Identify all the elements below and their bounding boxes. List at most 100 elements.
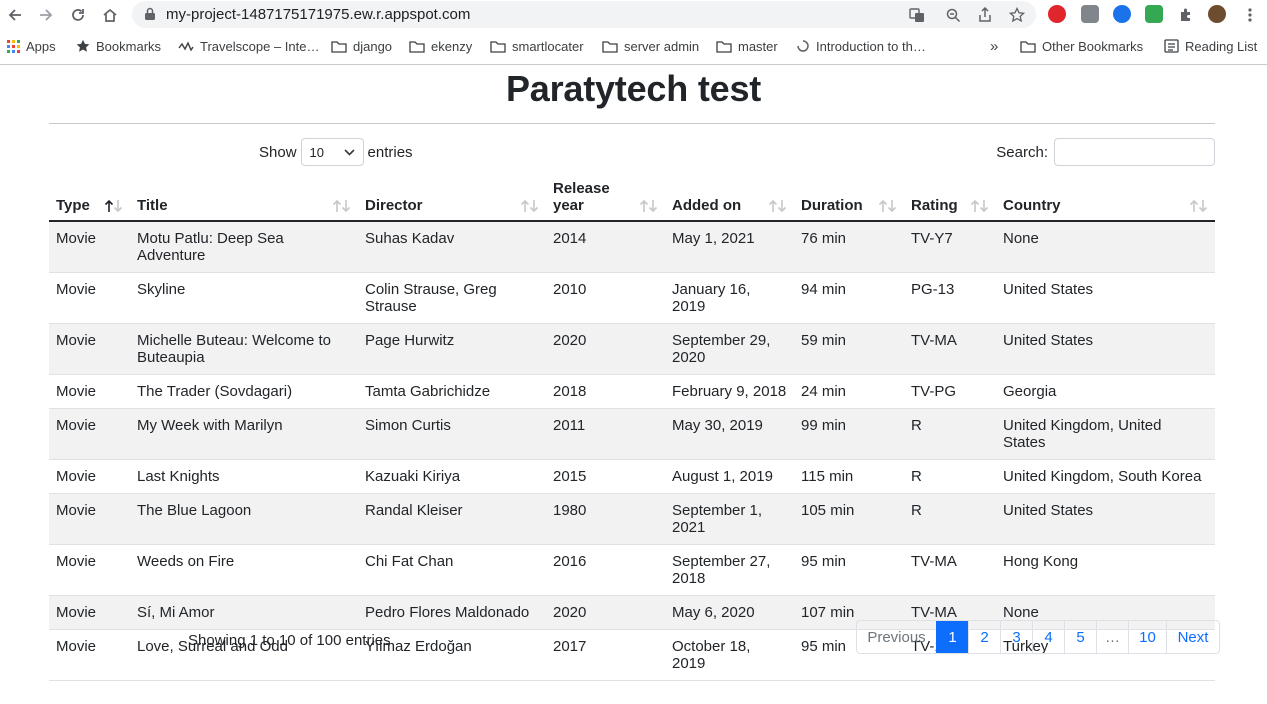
extensions-puzzle-icon[interactable] [1174,3,1198,27]
table-row: Movie Skyline Colin Strause, Greg Strause 2… [49,272,1215,324]
table-cell: Page Hurwitz [358,323,546,375]
page-10-button[interactable]: 10 [1128,621,1166,653]
address-bar[interactable]: my-project-1487175171975.ew.r.appspot.co… [132,1,1036,28]
sort-ascending-icon [104,199,124,213]
page-4-button[interactable]: 4 [1032,621,1064,653]
entries-select[interactable]: 10 [300,138,364,166]
green-extension-icon[interactable] [1145,5,1163,23]
share-icon[interactable] [976,6,994,24]
bookmark-star-icon[interactable] [1008,6,1026,24]
folder-icon [490,40,506,53]
table-cell: Movie [49,374,130,409]
translate-icon[interactable] [908,6,926,24]
table-cell: Kazuaki Kiriya [358,459,546,494]
previous-button[interactable]: Previous [857,621,936,653]
folder-icon [409,40,425,53]
table-cell: August 1, 2019 [665,459,794,494]
column-header-type[interactable]: Type [49,174,130,222]
table-cell: 2016 [546,544,665,596]
search-input[interactable] [1054,138,1215,166]
browser-menu-icon[interactable] [1238,3,1262,27]
table-cell: 1980 [546,493,665,545]
table-cell: 2011 [546,408,665,460]
bookmark-smartlocater[interactable]: smartlocater [490,37,584,55]
apps-grid-icon [7,39,20,53]
search-control: Search: [996,138,1215,166]
back-button[interactable] [3,3,27,27]
back-arrow-icon [8,9,21,21]
bookmark-introduction[interactable]: Introduction to th… [796,37,926,55]
opera-extension-icon[interactable] [1048,5,1066,23]
table-cell: Movie [49,595,130,630]
bookmark-apps[interactable]: Apps [7,37,56,55]
bookmark-bookmarks[interactable]: Bookmarks [76,37,161,55]
table-cell: TV-Y7 [904,221,996,273]
column-header-country[interactable]: Country [996,174,1215,222]
table-cell: February 9, 2018 [665,374,794,409]
sort-icon [970,199,990,213]
home-button[interactable] [98,3,122,27]
reading-list[interactable]: Reading List [1164,37,1257,55]
gray-extension-icon[interactable] [1081,5,1099,23]
profile-avatar[interactable] [1208,5,1226,23]
table-cell: 2010 [546,272,665,324]
sort-icon [520,199,540,213]
table-cell: Movie [49,544,130,596]
table-cell: 95 min [794,544,904,596]
table-row: Movie Motu Patlu: Deep Sea Adventure Suhas… [49,221,1215,273]
forward-button[interactable] [34,3,58,27]
table-cell: Movie [49,323,130,375]
reload-icon [72,9,84,21]
zoom-icon[interactable] [944,6,962,24]
column-header-added-on[interactable]: Added on [665,174,794,222]
bookmark-ekenzy[interactable]: ekenzy [409,37,472,55]
table-cell: Movie [49,629,130,681]
column-header-director[interactable]: Director [358,174,546,222]
table-cell: Movie [49,493,130,545]
page-5-button[interactable]: 5 [1064,621,1096,653]
table-cell: October 18, 2019 [665,629,794,681]
other-bookmarks[interactable]: Other Bookmarks [1020,37,1143,55]
next-button[interactable]: Next [1166,621,1219,653]
table-info: Showing 1 to 10 of 100 entries [188,632,391,649]
table-cell: Sí, Mi Amor [130,595,358,630]
table-cell: R [904,459,996,494]
sort-icon [1189,199,1209,213]
column-header-title[interactable]: Title [130,174,358,222]
table-cell: Last Knights [130,459,358,494]
show-label: Show [259,143,297,161]
table-cell: PG-13 [904,272,996,324]
star-icon [76,39,90,52]
table-cell: Michelle Buteau: Welcome to Buteaupia [130,323,358,375]
table-body: Movie Motu Patlu: Deep Sea Adventure Suhas… [49,221,1215,681]
bookmark-server-admin[interactable]: server admin [602,37,699,55]
table-row: Movie The Trader (Sovdagari) Tamta Gabrich… [49,374,1215,409]
column-header-duration[interactable]: Duration [794,174,904,222]
table-cell: R [904,493,996,545]
reload-button[interactable] [66,3,90,27]
bookmark-django[interactable]: django [331,37,392,55]
page-3-button[interactable]: 3 [1000,621,1032,653]
url-text[interactable]: my-project-1487175171975.ew.r.appspot.co… [166,6,470,23]
column-header-release-year[interactable]: Release year [546,174,665,222]
bookmarks-bar: Apps Bookmarks Travelscope – Inte… djang… [0,31,1267,61]
bookmarks-overflow-chevron[interactable]: » [990,37,998,55]
table-cell: Colin Strause, Greg Strause [358,272,546,324]
table-cell: Movie [49,272,130,324]
column-header-rating[interactable]: Rating [904,174,996,222]
blue-extension-icon[interactable] [1113,5,1131,23]
page-1-button[interactable]: 1 [936,621,968,653]
bookmark-travelscope[interactable]: Travelscope – Inte… [178,37,319,55]
bookmark-master[interactable]: master [716,37,778,55]
table-cell: Suhas Kadav [358,221,546,273]
table-cell: The Trader (Sovdagari) [130,374,358,409]
table-cell: Georgia [996,374,1215,409]
lock-icon[interactable] [144,7,156,21]
table-cell: The Blue Lagoon [130,493,358,545]
sort-icon [639,199,659,213]
folder-icon [1020,40,1036,53]
table-cell: United Kingdom, United States [996,408,1215,460]
table-cell: Skyline [130,272,358,324]
page-2-button[interactable]: 2 [968,621,1000,653]
table-cell: January 16, 2019 [665,272,794,324]
